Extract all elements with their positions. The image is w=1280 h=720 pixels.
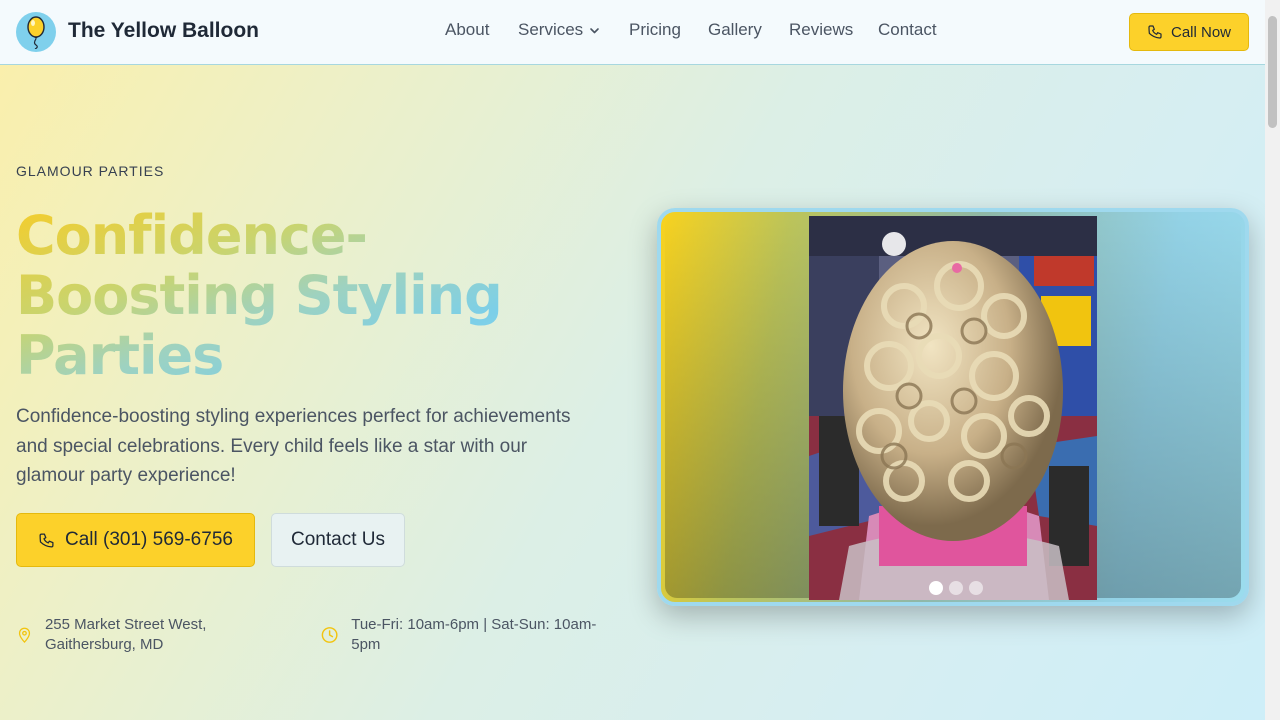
address-info: 255 Market Street West, Gaithersburg, MD [16, 615, 286, 655]
call-phone-label: Call (301) 569-6756 [65, 529, 233, 550]
hero-carousel[interactable] [657, 208, 1249, 606]
phone-icon [39, 532, 54, 548]
hero-description: Confidence-boosting styling experiences … [16, 406, 571, 486]
carousel-dots [929, 581, 983, 595]
logo[interactable] [16, 12, 56, 52]
call-phone-button[interactable]: Call (301) 569-6756 [16, 513, 255, 567]
site-header: The Yellow Balloon About Services Pricin… [0, 0, 1265, 65]
nav-item-pricing[interactable]: Pricing [629, 20, 681, 40]
styling-photo [809, 216, 1097, 600]
nav-item-services-label: Services [518, 20, 584, 39]
carousel-dot-3[interactable] [969, 581, 983, 595]
address-text: 255 Market Street West, Gaithersburg, MD [44, 616, 207, 653]
hours-text: Tue-Fri: 10am-6pm | Sat-Sun: 10am-5pm [351, 616, 597, 653]
nav-item-contact[interactable]: Contact [878, 20, 937, 40]
nav-item-about[interactable]: About [445, 20, 489, 40]
hours-info: Tue-Fri: 10am-6pm | Sat-Sun: 10am-5pm [320, 615, 615, 655]
call-now-button[interactable]: Call Now [1129, 13, 1249, 51]
nav-item-services[interactable]: Services [518, 20, 600, 40]
carousel-dot-1[interactable] [929, 581, 943, 595]
carousel-photo [809, 216, 1097, 600]
hero-title: Confidence-Boosting Styling Parties [16, 206, 616, 386]
brand-name[interactable]: The Yellow Balloon [68, 19, 259, 43]
phone-icon [1148, 25, 1162, 39]
map-pin-icon [18, 627, 31, 644]
hero-eyebrow: GLAMOUR PARTIES [16, 163, 165, 179]
balloon-icon [27, 16, 45, 49]
nav-item-reviews[interactable]: Reviews [789, 20, 853, 40]
nav-item-gallery[interactable]: Gallery [708, 20, 762, 40]
carousel-dot-2[interactable] [949, 581, 963, 595]
page-scrollbar[interactable] [1265, 0, 1280, 720]
call-now-label: Call Now [1170, 23, 1231, 41]
chevron-down-icon [590, 28, 599, 34]
clock-icon [321, 627, 338, 643]
contact-us-label: Contact Us [291, 529, 385, 550]
contact-us-button[interactable]: Contact Us [271, 513, 405, 567]
scrollbar-thumb[interactable] [1268, 16, 1277, 128]
